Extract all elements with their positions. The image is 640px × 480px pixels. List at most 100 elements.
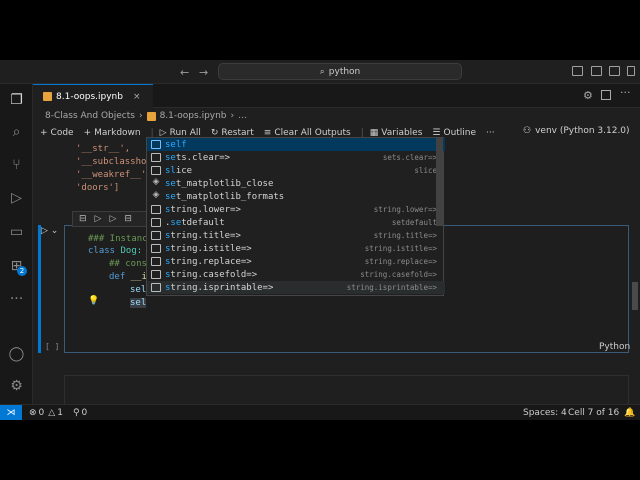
module-icon: ◈ (152, 190, 160, 200)
lightbulb-icon[interactable]: 💡 (88, 296, 99, 306)
search-icon: ⌕ (319, 66, 325, 77)
kernel-label: venv (Python 3.12.0) (535, 126, 630, 136)
search-text: python (328, 66, 361, 77)
remote-explorer-icon[interactable]: ▭ (8, 224, 25, 241)
breadcrumb-more[interactable]: … (238, 111, 247, 121)
toggle-panel-icon[interactable] (591, 66, 602, 76)
code-class-name: Dog: (120, 246, 143, 256)
suggestion-detail: sets.clear=> (382, 153, 437, 162)
toggle-sidebar-icon[interactable] (572, 66, 583, 76)
notifications-bell-icon[interactable]: 🔔 (624, 408, 635, 418)
snippet-icon (151, 153, 161, 162)
restart-label: Restart (221, 127, 254, 138)
ports-icon[interactable]: ⚲ (73, 408, 80, 418)
account-icon[interactable]: ◯ (8, 346, 25, 363)
suggestion-detail: string.replace=> (364, 257, 437, 266)
suggestion-detail: string.casefold=> (360, 270, 437, 279)
snippet-icon (151, 205, 161, 214)
status-bar: ⋊ ⊗ 0 △ 1 ⚲ 0 Spaces: 4 Cell 7 of 16 🔔 (0, 404, 640, 421)
errors-icon[interactable]: ⊗ (29, 408, 37, 418)
suggestion-item[interactable]: ◈ set_matplotlib_formats (147, 190, 445, 203)
suggestion-item[interactable]: string.casefold=> string.casefold=> (147, 268, 445, 281)
suggestion-detail: string.title=> (373, 231, 437, 240)
split-cell-icon[interactable]: ⊟ (124, 214, 132, 224)
warning-icon[interactable]: △ (48, 408, 55, 418)
clear-icon: ≡ (263, 127, 272, 138)
cell-position-status[interactable]: Cell 7 of 16 (568, 408, 619, 418)
clear-outputs-button[interactable]: ≡ Clear All Outputs (264, 128, 351, 138)
run-cell-icon[interactable]: ▷ ⌄ (41, 226, 58, 236)
snippet-icon (151, 231, 161, 240)
suggestion-item[interactable]: ◈ set_matplotlib_close (147, 177, 445, 190)
add-markdown-label: Markdown (94, 127, 141, 138)
run-all-button[interactable]: ▷ Run All (160, 128, 201, 138)
snippet-icon (151, 257, 161, 266)
variables-label: Variables (381, 127, 423, 138)
tab-label: 8.1-oops.ipynb (56, 91, 123, 102)
toolbar-divider: | (150, 127, 154, 138)
activity-bar: ❐ ⌕ ⑂ ▷ ▭ ⊞ ··· ◯ ⚙ (0, 84, 33, 404)
module-icon: ◈ (152, 177, 160, 187)
tab-notebook[interactable]: 8.1-oops.ipynb × (33, 84, 153, 108)
execute-above-icon[interactable]: ▷ (95, 214, 102, 224)
suggestion-item[interactable]: string.lower=> string.lower=> (147, 203, 445, 216)
run-all-icon: ▷ (159, 127, 167, 138)
gear-icon[interactable]: ⚙ (583, 89, 593, 102)
manage-gear-icon[interactable]: ⚙ (8, 378, 25, 395)
split-editor-icon[interactable] (601, 90, 611, 100)
run-debug-icon[interactable]: ▷ (8, 190, 25, 207)
add-code-button[interactable]: + Code (40, 128, 74, 138)
cell-language[interactable]: Python (599, 342, 630, 352)
suggestion-item[interactable]: .setdefault setdefault (147, 216, 445, 229)
outline-label: Outline (443, 127, 477, 138)
outline-icon: ☰ (432, 127, 441, 138)
suggestion-item[interactable]: string.replace=> string.replace=> (147, 255, 445, 268)
breadcrumb-separator: › (230, 111, 235, 121)
remote-indicator-icon[interactable]: ⋊ (0, 404, 22, 421)
output-line: '__weakref__', (76, 170, 152, 180)
customize-layout-icon[interactable] (627, 66, 635, 76)
explorer-icon[interactable]: ❐ (8, 92, 25, 109)
letterbox-bottom (0, 420, 640, 480)
command-center-search[interactable]: ⌕ python (218, 63, 462, 80)
variables-button[interactable]: ▦ Variables (370, 128, 423, 138)
forward-arrow-icon[interactable]: → (199, 66, 208, 79)
suggestion-item[interactable]: string.title=> string.title=> (147, 229, 445, 242)
breadcrumb-file[interactable]: 8.1-oops.ipynb (160, 111, 227, 121)
add-markdown-button[interactable]: + Markdown (84, 128, 141, 138)
indentation-status[interactable]: Spaces: 4 (523, 408, 567, 418)
back-arrow-icon[interactable]: ← (180, 66, 189, 79)
run-all-label: Run All (169, 127, 201, 138)
breadcrumb-folder[interactable]: 8-Class And Objects (45, 111, 135, 121)
cell-focus-indicator (38, 225, 41, 353)
suggestion-item[interactable]: sets.clear=> sets.clear=> (147, 151, 445, 164)
restart-icon: ↻ (210, 127, 219, 138)
suggestion-detail: slice (414, 166, 437, 175)
more-actions-icon[interactable]: ··· (620, 86, 631, 99)
scrollbar-thumb[interactable] (632, 282, 638, 310)
breadcrumb-separator: › (138, 111, 143, 121)
close-icon[interactable]: × (133, 92, 141, 102)
code-keyword: def (109, 272, 126, 282)
kernel-picker[interactable]: ⚇ venv (Python 3.12.0) (523, 126, 630, 136)
output-line: 'doors'] (76, 183, 120, 193)
search-icon[interactable]: ⌕ (8, 124, 25, 141)
restart-button[interactable]: ↻ Restart (211, 128, 254, 138)
source-control-icon[interactable]: ⑂ (8, 157, 25, 174)
suggestion-item[interactable]: string.istitle=> string.istitle=> (147, 242, 445, 255)
more-icon[interactable]: ··· (8, 291, 25, 308)
toolbar-more-button[interactable]: ··· (486, 128, 495, 138)
toggle-secondary-sidebar-icon[interactable] (609, 66, 620, 76)
suggestion-item[interactable]: slice slice (147, 164, 445, 177)
add-code-label: Code (50, 127, 74, 138)
suggestion-item[interactable]: self (147, 138, 445, 151)
run-by-line-icon[interactable]: ⊟ (79, 214, 87, 224)
outline-button[interactable]: ☰ Outline (432, 128, 476, 138)
suggestion-scrollbar[interactable] (436, 138, 443, 226)
suggestion-detail: string.isprintable=> (346, 283, 437, 292)
execute-below-icon[interactable]: ▷ (109, 214, 116, 224)
notebook-file-icon (146, 111, 156, 121)
execution-count: [ ] (45, 342, 60, 351)
snippet-icon (151, 166, 161, 175)
suggestion-item-hovered[interactable]: string.isprintable=> string.isprintable=… (147, 281, 445, 294)
